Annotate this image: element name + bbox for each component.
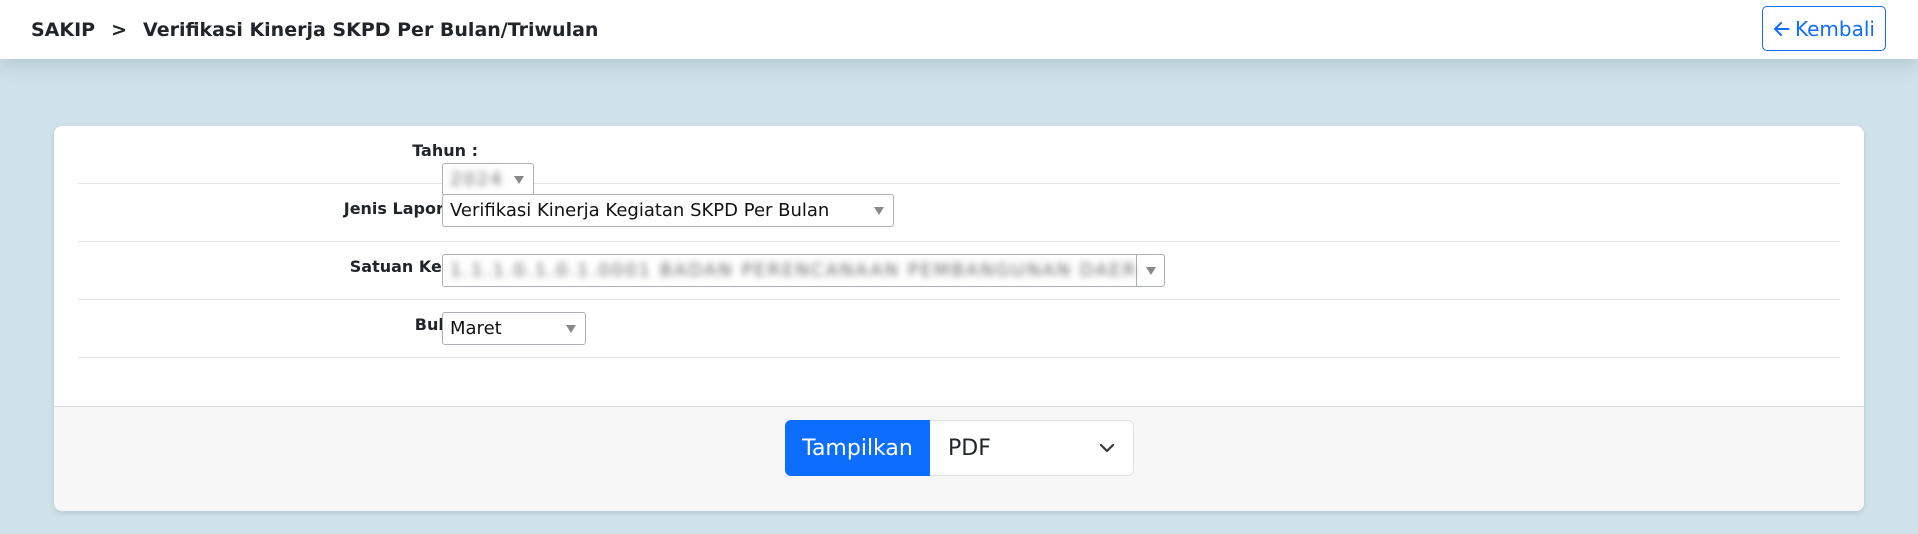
tampilkan-button[interactable]: Tampilkan — [785, 420, 930, 476]
chevron-down-icon — [1099, 443, 1115, 453]
breadcrumb-separator: > — [111, 19, 128, 41]
form-footer: Tampilkan PDF — [54, 406, 1864, 511]
arrow-left-icon — [1774, 21, 1790, 36]
format-select[interactable]: PDF — [930, 420, 1134, 476]
form-row-bulan: Bulan : Maret — [78, 300, 1840, 358]
report-form-card: Tahun : 2024 Jenis Laporan : Verifikasi … — [54, 126, 1864, 511]
top-bar: SAKIP > Verifikasi Kinerja SKPD Per Bula… — [0, 0, 1918, 59]
satuan-kerja-select[interactable]: 1.1.1.0.1.0.1.0001 BADAN PERENCANAAN PEM… — [442, 254, 1165, 287]
chevron-down-icon — [557, 313, 585, 344]
bulan-select[interactable]: Maret — [442, 312, 586, 345]
jenis-laporan-value: Verifikasi Kinerja Kegiatan SKPD Per Bul… — [450, 200, 830, 221]
breadcrumb-root[interactable]: SAKIP — [31, 19, 95, 41]
submit-button-group: Tampilkan PDF — [785, 420, 1134, 476]
chevron-down-icon — [1136, 255, 1164, 286]
breadcrumb-current: Verifikasi Kinerja SKPD Per Bulan/Triwul… — [143, 19, 599, 41]
form-row-satuan-kerja: Satuan Kerja : 1.1.1.0.1.0.1.0001 BADAN … — [78, 242, 1840, 300]
tahun-label: Tahun : — [412, 141, 478, 160]
back-button-label: Kembali — [1795, 16, 1875, 41]
format-value: PDF — [948, 435, 991, 461]
breadcrumb: SAKIP > Verifikasi Kinerja SKPD Per Bula… — [31, 19, 598, 41]
back-button[interactable]: Kembali — [1762, 6, 1886, 51]
form-row-tahun: Tahun : 2024 — [78, 126, 1840, 196]
satuan-kerja-value: 1.1.1.0.1.0.1.0001 BADAN PERENCANAAN PEM… — [450, 260, 1136, 281]
jenis-laporan-select[interactable]: Verifikasi Kinerja Kegiatan SKPD Per Bul… — [442, 194, 894, 227]
form-row-jenis-laporan: Jenis Laporan : Verifikasi Kinerja Kegia… — [78, 184, 1840, 242]
bulan-value: Maret — [450, 318, 502, 339]
chevron-down-icon — [865, 195, 893, 226]
